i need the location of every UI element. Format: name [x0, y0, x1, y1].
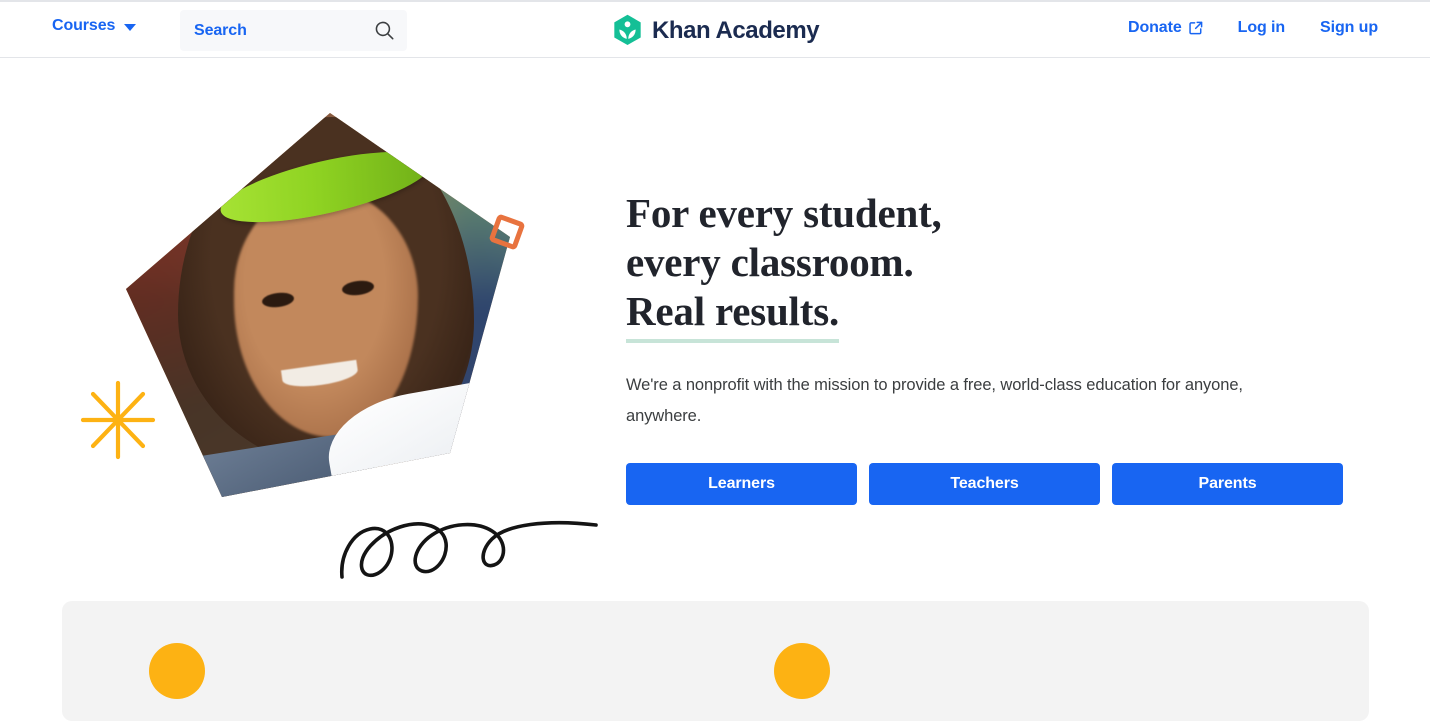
teachers-button[interactable]: Teachers: [869, 463, 1100, 505]
search-input[interactable]: [194, 10, 364, 51]
hero-section: For every student, every classroom. Real…: [0, 59, 1430, 599]
hero-subtext-line-1: We're a nonprofit with the mission to pr…: [626, 376, 1157, 394]
log-in-link[interactable]: Log in: [1238, 19, 1285, 37]
external-link-icon: [1188, 21, 1202, 35]
hero-audience-buttons: Learners Teachers Parents: [626, 463, 1356, 505]
khan-academy-logo-icon: [614, 14, 641, 46]
sign-up-label: Sign up: [1320, 19, 1378, 36]
courses-menu-button[interactable]: Courses: [52, 17, 137, 35]
donate-link[interactable]: Donate: [1128, 19, 1203, 37]
courses-menu-label: Courses: [52, 17, 116, 34]
hero-headline: For every student, every classroom. Real…: [626, 189, 1356, 343]
log-in-label: Log in: [1237, 19, 1286, 36]
card-dot-1: [149, 643, 205, 699]
sign-up-link[interactable]: Sign up: [1320, 19, 1378, 37]
hero-subtext: We're a nonprofit with the mission to pr…: [626, 370, 1246, 432]
hero-photo-clip: [126, 113, 510, 497]
donate-link-label: Donate: [1128, 19, 1182, 36]
starburst-icon: [80, 380, 156, 460]
headline-line-2: every classroom.: [626, 239, 914, 285]
brand-home-link[interactable]: Khan Academy: [612, 14, 820, 47]
rotated-square-icon: [489, 214, 525, 250]
feature-card: [62, 601, 1369, 721]
headline-line-1: For every student,: [626, 190, 942, 236]
search-icon[interactable]: [374, 20, 395, 41]
hero-copy: For every student, every classroom. Real…: [626, 189, 1356, 505]
parents-button[interactable]: Parents: [1112, 463, 1343, 505]
chevron-down-icon: [124, 23, 137, 31]
card-dot-2: [774, 643, 830, 699]
brand-name: Khan Academy: [652, 16, 820, 44]
squiggle-icon: [340, 520, 598, 579]
headline-line-3: Real results.: [626, 287, 839, 343]
learners-button[interactable]: Learners: [626, 463, 857, 505]
header-nav-links: Donate Log in Sign up: [1128, 19, 1378, 37]
site-header: Courses Khan Academy Donate Log in: [0, 2, 1430, 58]
hero-photo: [122, 109, 522, 509]
search-box[interactable]: [180, 10, 407, 51]
